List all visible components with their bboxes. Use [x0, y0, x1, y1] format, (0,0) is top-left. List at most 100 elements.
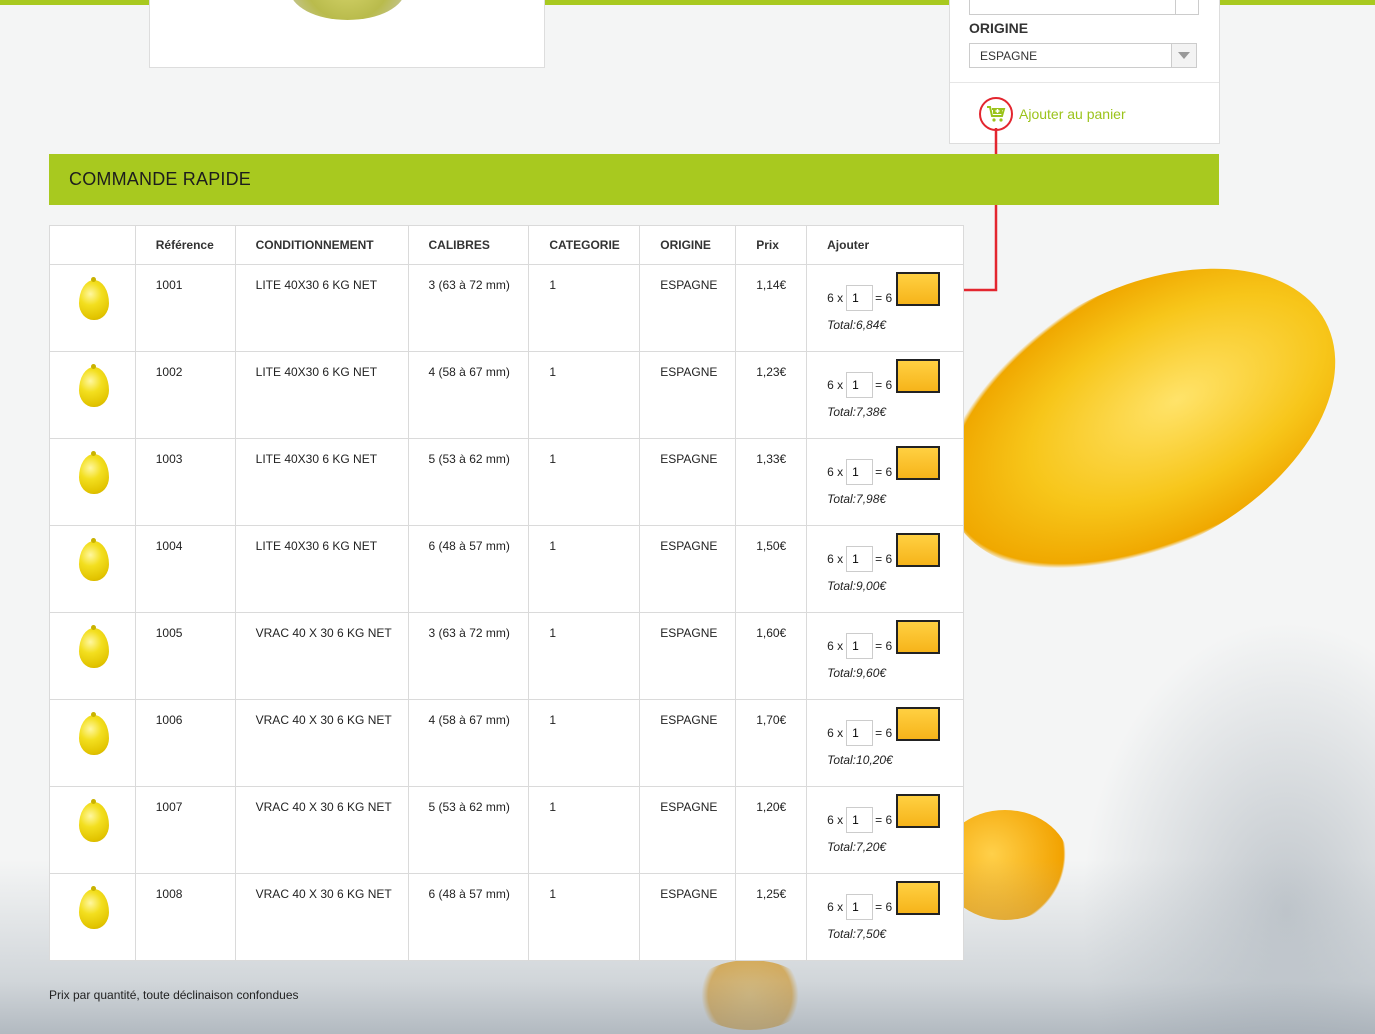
cell-calibre: 4 (58 à 67 mm) — [407, 351, 530, 439]
column-header-calibres: CALIBRES — [407, 225, 530, 265]
equals-label: = 6 — [875, 552, 893, 566]
cell-origine: ESPAGNE — [639, 351, 737, 439]
chevron-down-icon — [1171, 44, 1196, 67]
quick-order-header: COMMANDE RAPIDE — [49, 154, 1219, 205]
cell-categorie: 1 — [528, 438, 641, 526]
quantity-input[interactable] — [846, 372, 874, 398]
quantity-line: 6 x = 6 — [827, 446, 963, 486]
cell-reference: 1006 — [134, 699, 236, 787]
quantity-input[interactable] — [846, 720, 874, 746]
quantity-input[interactable] — [846, 633, 874, 659]
cell-reference: 1003 — [134, 438, 236, 526]
cell-conditionnement: LITE 40X30 6 KG NET — [234, 438, 409, 526]
cell-ajouter: 6 x = 6 Total:7,98€ — [806, 438, 964, 526]
quantity-line: 6 x = 6 — [827, 794, 963, 834]
add-row-to-cart-button[interactable] — [896, 620, 941, 654]
equals-label: = 6 — [875, 639, 893, 653]
cell-reference: 1002 — [134, 351, 236, 439]
add-row-to-cart-button[interactable] — [896, 446, 941, 480]
lemon-icon — [79, 799, 109, 842]
add-to-cart-button[interactable]: Ajouter au panier — [969, 94, 1147, 134]
quantity-input[interactable] — [846, 459, 874, 485]
cell-prix: 1,25€ — [735, 873, 808, 961]
row-image-cell — [49, 351, 136, 439]
divider — [950, 82, 1219, 83]
row-total: Total:9,00€ — [827, 579, 887, 593]
cell-origine: ESPAGNE — [639, 438, 737, 526]
cell-prix: 1,70€ — [735, 699, 808, 787]
table-header-row: Référence CONDITIONNEMENT CALIBRES CATEG… — [49, 225, 964, 265]
column-header-ajouter: Ajouter — [806, 225, 964, 265]
cell-calibre: 3 (63 à 72 mm) — [407, 264, 530, 352]
column-header-conditionnement: CONDITIONNEMENT — [234, 225, 409, 265]
cell-reference: 1001 — [134, 264, 236, 352]
row-image-cell — [49, 786, 136, 874]
multiplier-label: 6 x — [827, 813, 844, 827]
product-options-panel: ORIGINE ESPAGNE Ajouter au panier — [949, 0, 1220, 144]
table-row: 1004 LITE 40X30 6 KG NET 6 (48 à 57 mm) 1 ES… — [49, 525, 964, 613]
row-total: Total:7,38€ — [827, 405, 887, 419]
quantity-input[interactable] — [846, 285, 874, 311]
price-footnote: Prix par quantité, toute déclinaison con… — [49, 988, 299, 1002]
cell-categorie: 1 — [528, 612, 641, 700]
quantity-line: 6 x = 6 — [827, 359, 963, 399]
cell-ajouter: 6 x = 6 Total:7,38€ — [806, 351, 964, 439]
add-row-to-cart-button[interactable] — [896, 533, 941, 567]
table-row: 1005 VRAC 40 X 30 6 KG NET 3 (63 à 72 mm) 1… — [49, 612, 964, 700]
quantity-area: 6 x = 6 Total:9,00€ — [827, 533, 963, 593]
lemon-icon — [79, 451, 109, 494]
cell-calibre: 4 (58 à 67 mm) — [407, 699, 530, 787]
add-row-to-cart-button[interactable] — [896, 272, 941, 306]
cell-categorie: 1 — [528, 699, 641, 787]
variant-select-partial[interactable] — [969, 0, 1199, 15]
column-header-origine: ORIGINE — [639, 225, 737, 265]
cell-categorie: 1 — [528, 786, 641, 874]
add-row-to-cart-button[interactable] — [896, 359, 941, 393]
quantity-area: 6 x = 6 Total:9,60€ — [827, 620, 963, 680]
origine-label: ORIGINE — [969, 20, 1029, 36]
quantity-line: 6 x = 6 — [827, 272, 963, 312]
quantity-area: 6 x = 6 Total:7,20€ — [827, 794, 963, 854]
row-total: Total:10,20€ — [827, 753, 893, 767]
row-total: Total:7,98€ — [827, 492, 887, 506]
table-row: 1008 VRAC 40 X 30 6 KG NET 6 (48 à 57 mm) 1… — [49, 873, 964, 961]
cell-origine: ESPAGNE — [639, 786, 737, 874]
origine-select[interactable]: ESPAGNE — [969, 43, 1197, 68]
product-image-box — [149, 0, 545, 68]
cell-origine: ESPAGNE — [639, 525, 737, 613]
table-row: 1002 LITE 40X30 6 KG NET 4 (58 à 67 mm) 1 ES… — [49, 351, 964, 439]
cell-ajouter: 6 x = 6 Total:7,20€ — [806, 786, 964, 874]
quantity-input[interactable] — [846, 546, 874, 572]
add-row-to-cart-button[interactable] — [896, 881, 941, 915]
cell-origine: ESPAGNE — [639, 699, 737, 787]
column-header-image — [49, 225, 136, 265]
multiplier-label: 6 x — [827, 726, 844, 740]
cart-plus-icon — [979, 97, 1013, 131]
background-lemon-slice — [893, 206, 1375, 634]
origine-select-value: ESPAGNE — [980, 49, 1038, 63]
cell-categorie: 1 — [528, 873, 641, 961]
quantity-input[interactable] — [846, 807, 874, 833]
cell-conditionnement: VRAC 40 X 30 6 KG NET — [234, 699, 409, 787]
cell-categorie: 1 — [528, 264, 641, 352]
quantity-input[interactable] — [846, 894, 874, 920]
row-total: Total:6,84€ — [827, 318, 887, 332]
add-row-to-cart-button[interactable] — [896, 794, 941, 828]
lemon-icon — [79, 712, 109, 755]
quantity-area: 6 x = 6 Total:7,98€ — [827, 446, 963, 506]
cell-calibre: 6 (48 à 57 mm) — [407, 873, 530, 961]
quantity-line: 6 x = 6 — [827, 620, 963, 660]
section-title: COMMANDE RAPIDE — [69, 169, 252, 189]
quantity-area: 6 x = 6 Total:10,20€ — [827, 707, 963, 767]
chevron-down-icon — [1175, 0, 1198, 14]
lemon-icon — [79, 886, 109, 929]
cell-prix: 1,14€ — [735, 264, 808, 352]
cell-ajouter: 6 x = 6 Total:9,00€ — [806, 525, 964, 613]
add-row-to-cart-button[interactable] — [896, 707, 941, 741]
row-image-cell — [49, 264, 136, 352]
cell-reference: 1008 — [134, 873, 236, 961]
cell-conditionnement: LITE 40X30 6 KG NET — [234, 264, 409, 352]
cell-categorie: 1 — [528, 525, 641, 613]
cell-conditionnement: VRAC 40 X 30 6 KG NET — [234, 786, 409, 874]
cell-prix: 1,23€ — [735, 351, 808, 439]
